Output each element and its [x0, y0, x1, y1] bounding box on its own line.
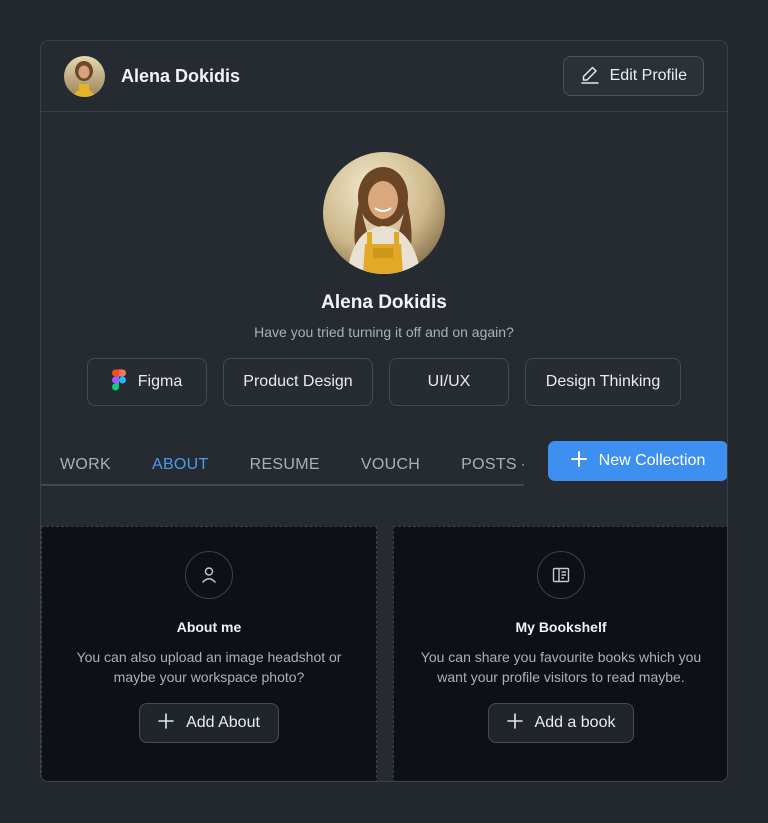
tabs-row: WORK ABOUT RESUME VOUCH POSTS - 0 New Co…	[41, 441, 727, 518]
profile-header: Alena Dokidis Edit Profile	[41, 41, 727, 112]
profile-tagline: Have you tried turning it off and on aga…	[254, 324, 514, 340]
add-about-label: Add About	[186, 714, 260, 731]
plus-icon	[158, 712, 174, 734]
skill-tag-design-thinking[interactable]: Design Thinking	[525, 358, 681, 406]
tab-work[interactable]: WORK	[60, 456, 111, 474]
skill-tag-label: UI/UX	[427, 373, 471, 390]
add-book-button[interactable]: Add a book	[487, 703, 635, 743]
add-about-button[interactable]: Add About	[139, 703, 279, 743]
skill-tags: Figma Product Design UI/UX Design Thinki…	[87, 358, 681, 406]
new-collection-button[interactable]: New Collection	[548, 441, 727, 481]
profile-card: Alena Dokidis Edit Profile Alena Dokidis…	[40, 40, 728, 782]
about-me-panel: About me You can also upload an image he…	[41, 526, 377, 781]
figma-icon	[111, 369, 126, 396]
skill-tag-label: Product Design	[243, 373, 353, 390]
profile-avatar[interactable]	[323, 152, 445, 274]
bookshelf-title: My Bookshelf	[515, 619, 607, 635]
plus-icon	[570, 450, 587, 472]
edit-profile-button[interactable]: Edit Profile	[562, 56, 704, 96]
tab-posts[interactable]: POSTS - 0	[461, 456, 524, 474]
tab-about[interactable]: ABOUT	[152, 456, 209, 474]
pencil-icon	[580, 64, 600, 89]
about-me-title: About me	[176, 619, 242, 635]
book-icon	[537, 551, 585, 599]
bookshelf-panel: My Bookshelf You can share you favourite…	[393, 526, 727, 781]
about-panels: About me You can also upload an image he…	[41, 526, 727, 781]
header-user: Alena Dokidis	[64, 55, 241, 97]
profile-name: Alena Dokidis	[321, 292, 447, 313]
plus-icon	[506, 712, 523, 734]
avatar[interactable]	[64, 55, 105, 97]
tab-resume[interactable]: RESUME	[250, 456, 320, 474]
bookshelf-description: You can share you favourite books which …	[420, 649, 702, 685]
add-book-label: Add a book	[534, 714, 616, 731]
about-me-description: You can also upload an image headshot or…	[76, 649, 342, 685]
skill-tag-label: Design Thinking	[545, 373, 661, 390]
tab-vouch[interactable]: VOUCH	[361, 456, 420, 474]
skill-tag-ui-ux[interactable]: UI/UX	[389, 358, 509, 406]
new-collection-label: New Collection	[598, 452, 706, 469]
edit-profile-label: Edit Profile	[609, 67, 687, 84]
profile-section: Alena Dokidis Have you tried turning it …	[41, 112, 727, 406]
user-icon	[185, 551, 233, 599]
skill-tag-label: Figma	[137, 373, 183, 390]
profile-tabs: WORK ABOUT RESUME VOUCH POSTS - 0	[41, 446, 524, 486]
skill-tag-figma[interactable]: Figma	[87, 358, 207, 406]
skill-tag-product-design[interactable]: Product Design	[223, 358, 373, 406]
header-user-name: Alena Dokidis	[121, 65, 241, 86]
